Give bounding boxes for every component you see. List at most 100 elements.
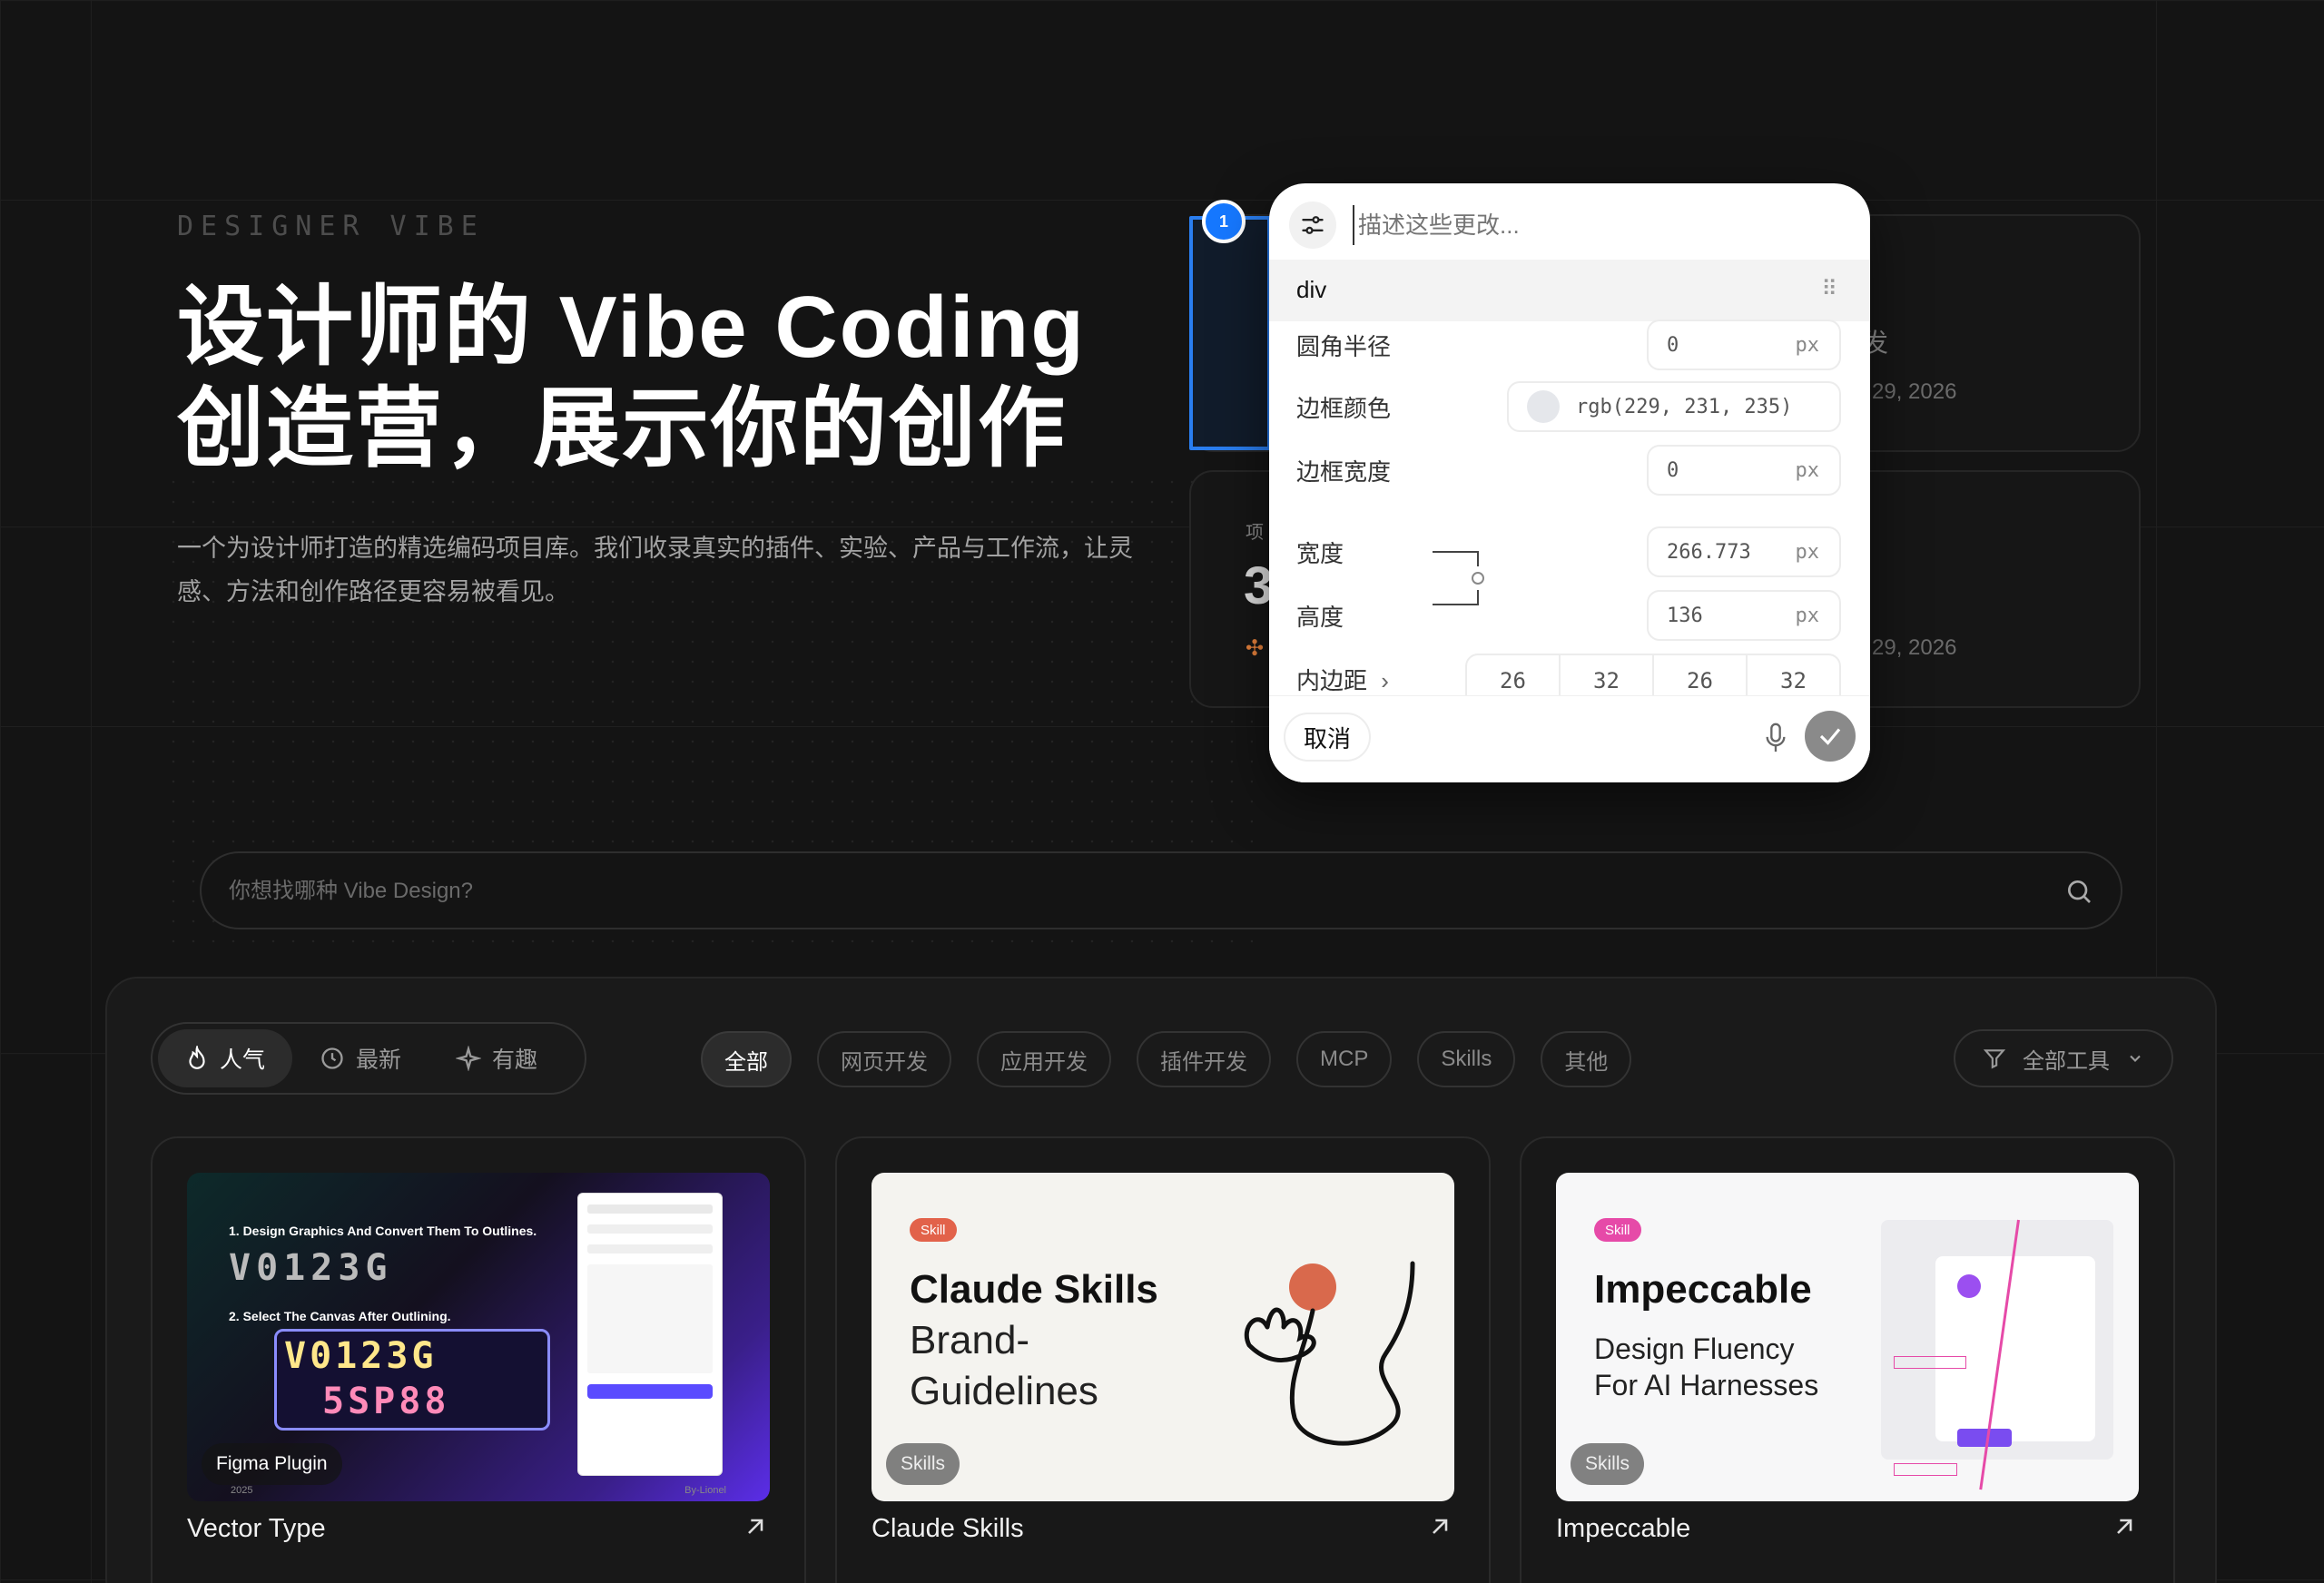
chip-app[interactable]: 应用开发 (977, 1031, 1111, 1087)
search-input[interactable] (229, 871, 1954, 911)
style-editor-popup: div ⠿ 圆角半径 0 px 边框颜色 rgb(229, 231, 235) … (1269, 183, 1870, 782)
external-link-arrow-icon[interactable] (2112, 1514, 2137, 1539)
project-card[interactable]: 1. Design Graphics And Convert Them To O… (151, 1136, 806, 1583)
adjustments-button[interactable] (1289, 202, 1336, 249)
chip-web[interactable]: 网页开发 (817, 1031, 951, 1087)
chevron-right-icon: › (1381, 667, 1389, 694)
thumb-step2: 2. Select The Canvas After Outlining. (229, 1309, 451, 1323)
flame-icon (189, 1046, 205, 1069)
thumb-plugin-window (577, 1193, 723, 1476)
thumb-subtitle-1: Brand- (910, 1318, 1030, 1362)
thumb-subtitle-1: Design Fluency (1594, 1332, 1795, 1365)
border-width-unit: px (1795, 458, 1820, 482)
border-width-value: 0 (1667, 458, 1679, 482)
chip-other[interactable]: 其他 (1541, 1031, 1632, 1087)
width-value: 266.773 (1667, 540, 1751, 564)
thumb-subtitle-2: For AI Harnesses (1594, 1369, 1819, 1401)
skill-pill: Skill (1594, 1218, 1641, 1242)
filter-icon (1983, 1049, 2006, 1069)
project-card[interactable]: Skill Impeccable Design Fluency For AI H… (1520, 1136, 2175, 1583)
external-link-arrow-icon[interactable] (1427, 1514, 1452, 1539)
selected-element-outline (1189, 216, 1271, 450)
width-label: 宽度 (1296, 540, 1344, 567)
drag-handle-icon[interactable]: ⠿ (1821, 276, 1837, 302)
width-field[interactable]: 266.773 px (1647, 526, 1841, 577)
component-icon: ✣ (1246, 636, 1265, 661)
hero-title-line2: 创造营，展示你的创作 (177, 380, 1067, 477)
border-width-field[interactable]: 0 px (1647, 445, 1841, 496)
grid-line (0, 200, 2324, 201)
height-field[interactable]: 136 px (1647, 590, 1841, 641)
microphone-icon[interactable] (1763, 722, 1788, 754)
thumb-step1: 1. Design Graphics And Convert Them To O… (229, 1224, 537, 1238)
aspect-link-icon[interactable] (1431, 545, 1485, 612)
radius-unit: px (1795, 333, 1820, 357)
skill-pill: Skill (910, 1218, 957, 1242)
grid-line (91, 0, 92, 1583)
thumb-glyphs-top: V0123G (229, 1247, 393, 1289)
chevron-down-icon (2130, 1055, 2141, 1062)
border-color-value: rgb(229, 231, 235) (1576, 395, 1793, 418)
border-width-label: 边框宽度 (1296, 458, 1392, 486)
tab-popular[interactable]: 人气 (158, 1029, 293, 1087)
editor-footer: 取消 (1269, 695, 1870, 782)
annotation-marker[interactable]: 1 (1202, 200, 1246, 243)
hero-title-line1: 设计师的 Vibe Coding (177, 279, 1086, 376)
padding-label[interactable]: 内边距 › (1296, 663, 1389, 696)
stat-date: 29, 2026 (1872, 379, 1957, 404)
width-unit: px (1795, 540, 1820, 564)
sparkle-icon (456, 1046, 482, 1071)
cancel-button[interactable]: 取消 (1284, 713, 1372, 762)
projects-panel: 人气 最新 有趣 全部 网页开发 应用开发 插件开发 MCP Skills 其他… (105, 977, 2217, 1583)
tools-filter-label: 全部工具 (2023, 1048, 2110, 1074)
tab-label: 最新 (356, 1047, 402, 1073)
check-icon (1819, 728, 1841, 745)
change-description-input[interactable] (1353, 205, 1825, 245)
tab-latest[interactable]: 最新 (292, 1029, 428, 1087)
card-title: Impeccable (1556, 1514, 1691, 1543)
clock-icon (321, 1047, 343, 1069)
card-thumbnail: Skill Claude Skills Brand- Guidelines Sk… (872, 1173, 1454, 1501)
hero-title: 设计师的 Vibe Coding 创造营，展示你的创作 (177, 277, 1176, 480)
height-label: 高度 (1296, 604, 1344, 631)
thumb-glyphs-row2: 5SP88 (322, 1381, 450, 1422)
tab-fun[interactable]: 有趣 (428, 1029, 565, 1087)
height-value: 136 (1667, 604, 1703, 627)
thumb-subtitle-2: Guidelines (910, 1369, 1098, 1413)
hand-flower-illustration (1244, 1261, 1415, 1446)
thumb-glyph-box: V0123G 5SP88 (274, 1329, 550, 1431)
tools-filter-dropdown[interactable]: 全部工具 (1954, 1029, 2173, 1087)
editor-topbar (1269, 183, 1870, 260)
search-icon[interactable] (2064, 877, 2093, 906)
thumb-glyphs-row1: V0123G (284, 1335, 438, 1377)
card-title: Claude Skills (872, 1514, 1024, 1543)
element-tag-row: div ⠿ (1269, 260, 1870, 321)
element-tag-name: div (1296, 276, 1327, 303)
border-color-label: 边框颜色 (1296, 395, 1392, 422)
chip-skills[interactable]: Skills (1417, 1031, 1516, 1087)
card-thumbnail: 1. Design Graphics And Convert Them To O… (187, 1173, 770, 1501)
card-title: Vector Type (187, 1514, 326, 1543)
category-chips: 全部 网页开发 应用开发 插件开发 MCP Skills 其他 (701, 1031, 1632, 1087)
chip-all[interactable]: 全部 (701, 1031, 792, 1087)
thumb-heading: Impeccable (1594, 1267, 1812, 1312)
border-color-field[interactable]: rgb(229, 231, 235) (1507, 381, 1841, 432)
hero-description: 一个为设计师打造的精选编码项目库。我们收录真实的插件、实验、产品与工作流，让灵感… (177, 535, 1133, 605)
chip-plugin[interactable]: 插件开发 (1137, 1031, 1271, 1087)
thumb-ui-mock (1881, 1219, 2113, 1490)
radius-value: 0 (1667, 333, 1679, 357)
confirm-button[interactable] (1805, 711, 1856, 762)
height-unit: px (1795, 604, 1820, 627)
tab-label: 有趣 (492, 1047, 538, 1073)
project-card[interactable]: Skill Claude Skills Brand- Guidelines Sk… (835, 1136, 1491, 1583)
color-swatch[interactable] (1527, 390, 1560, 423)
tab-label: 人气 (220, 1047, 266, 1073)
thumb-heading: Claude Skills (910, 1267, 1158, 1312)
radius-label: 圆角半径 (1296, 333, 1392, 360)
external-link-arrow-icon[interactable] (743, 1514, 768, 1539)
chip-mcp[interactable]: MCP (1296, 1031, 1393, 1087)
category-badge: Figma Plugin (202, 1443, 342, 1485)
padding-label-text: 内边距 (1296, 667, 1368, 694)
radius-field[interactable]: 0 px (1647, 320, 1841, 370)
thumb-footer-right: By-Lionel (684, 1485, 726, 1496)
